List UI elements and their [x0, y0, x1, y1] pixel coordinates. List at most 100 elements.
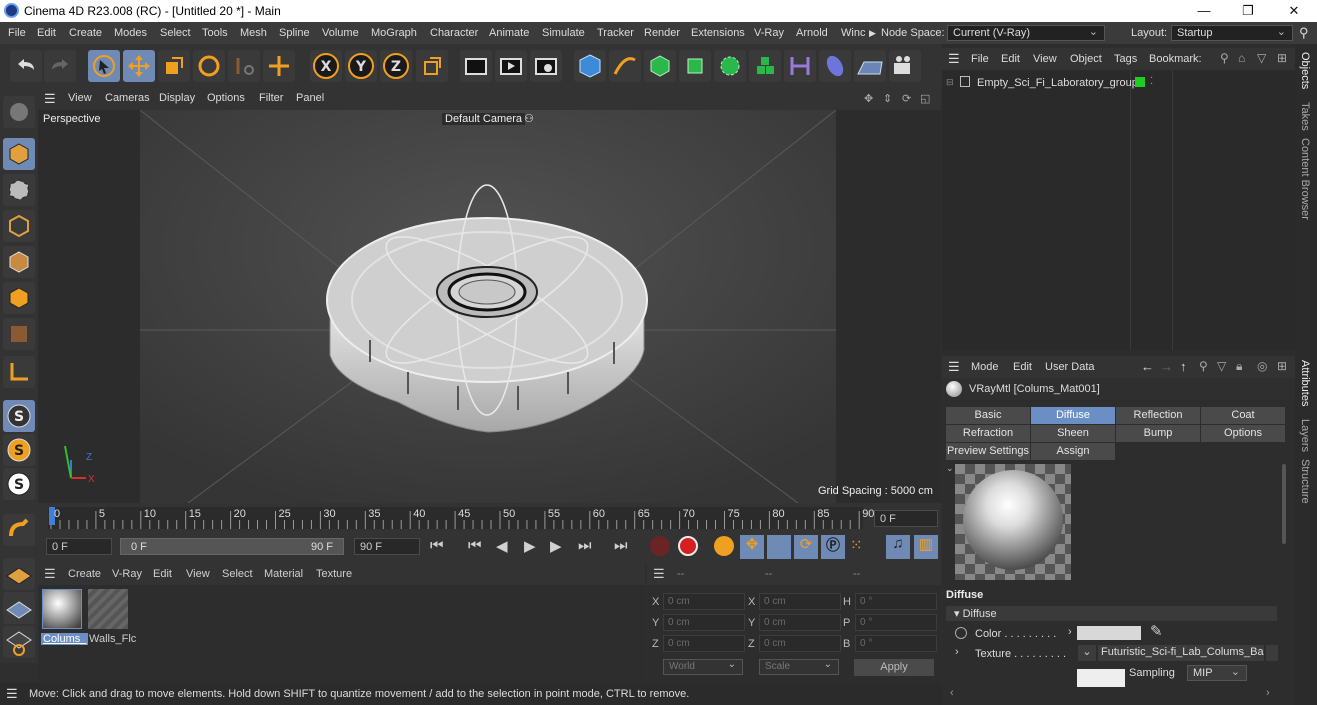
tab-sheen[interactable]: Sheen	[1031, 425, 1115, 442]
tab-diffuse[interactable]: Diffuse	[1031, 407, 1115, 424]
menu-extensions[interactable]: Extensions	[691, 27, 745, 39]
viewport-menu-options[interactable]: Options	[207, 92, 245, 104]
hamburger-menu-icon[interactable]: ☰	[44, 566, 56, 582]
material-menu-edit[interactable]: Edit	[153, 568, 172, 580]
lock-icon[interactable]: 🔒︎	[1236, 359, 1242, 374]
material-menu-create[interactable]: Create	[68, 568, 101, 580]
color-swatch[interactable]	[1077, 626, 1141, 640]
axis-mode-icon[interactable]	[3, 356, 35, 388]
visibility-tag-icon[interactable]	[1135, 77, 1145, 87]
move-tool-icon[interactable]	[123, 50, 155, 82]
material-menu-texture[interactable]: Texture	[316, 568, 352, 580]
maximize-view-icon[interactable]: ◱	[920, 92, 930, 105]
filter-icon[interactable]: ▽	[1257, 51, 1266, 65]
menu-volume[interactable]: Volume	[322, 27, 359, 39]
hamburger-menu-icon[interactable]: ☰	[653, 566, 665, 582]
side-tab-takes[interactable]: Takes	[1299, 102, 1311, 131]
floor-object-icon[interactable]	[854, 50, 886, 82]
autokey-icon[interactable]	[714, 536, 734, 556]
diffuse-group-header[interactable]: ▾ Diffuse	[946, 606, 1277, 621]
texture-browse-button[interactable]	[1266, 645, 1278, 661]
om-menu-view[interactable]: View	[1033, 53, 1057, 65]
om-menu-tags[interactable]: Tags	[1114, 53, 1137, 65]
key-scale-icon[interactable]	[767, 535, 791, 559]
color-expand-icon[interactable]: ›	[1068, 626, 1072, 638]
attr-menu-mode[interactable]: Mode	[971, 361, 999, 373]
menu-edit[interactable]: Edit	[37, 27, 56, 39]
sound-icon[interactable]: ♫	[886, 535, 910, 559]
menu-mograph[interactable]: MoGraph	[371, 27, 417, 39]
tab-reflection[interactable]: Reflection	[1116, 407, 1200, 424]
go-to-end-icon[interactable]: ⏭	[614, 537, 628, 554]
viewport-menu-filter[interactable]: Filter	[259, 92, 283, 104]
position-z-field[interactable]: 0 cm	[663, 635, 745, 652]
3d-viewport[interactable]: Perspective Default Camera ⚇ Z X Grid Sp…	[38, 110, 941, 503]
rotation-b-field[interactable]: 0 °	[855, 635, 937, 652]
texture-path-field[interactable]: Futuristic_Sci-fi_Lab_Colums_Base	[1098, 645, 1264, 661]
size-mode-dropdown[interactable]: Scale	[759, 659, 839, 675]
scroll-right-icon[interactable]: ›	[1266, 687, 1270, 699]
record-disabled-icon[interactable]	[650, 536, 670, 556]
tab-options[interactable]: Options	[1201, 425, 1285, 442]
preview-scrollbar[interactable]	[1282, 464, 1286, 544]
key-position-icon[interactable]: ✥	[740, 535, 764, 559]
viewport-menu-panel[interactable]: Panel	[296, 92, 324, 104]
snap-settings-icon[interactable]: S	[3, 434, 35, 466]
locked-workplane-icon[interactable]	[3, 592, 35, 624]
points-mode-icon[interactable]	[3, 210, 35, 242]
menu-vray[interactable]: V-Ray	[754, 27, 784, 39]
forward-arrow-icon[interactable]: →	[1160, 359, 1173, 374]
current-frame-field[interactable]: 0 F	[874, 510, 938, 527]
texture-expand-icon[interactable]: ›	[955, 646, 959, 658]
menu-overflow-icon[interactable]: ▶	[869, 28, 876, 39]
side-tab-objects[interactable]: Objects	[1299, 52, 1311, 89]
extrude-generator-icon[interactable]	[679, 50, 711, 82]
menu-file[interactable]: File	[8, 27, 26, 39]
start-frame-field[interactable]: 0 F	[46, 538, 112, 555]
apply-button[interactable]: Apply	[854, 659, 934, 676]
workplane-icon[interactable]	[3, 558, 35, 590]
cube-object-icon[interactable]	[574, 50, 606, 82]
attr-menu-user-data[interactable]: User Data	[1045, 361, 1095, 373]
rotation-h-field[interactable]: 0 °	[855, 593, 937, 610]
cloner-icon[interactable]	[714, 50, 746, 82]
om-menu-object[interactable]: Object	[1070, 53, 1102, 65]
play-icon[interactable]: ▶	[524, 537, 536, 555]
model-mode-icon[interactable]	[3, 138, 35, 170]
edges-mode-icon[interactable]	[3, 246, 35, 278]
node-space-dropdown[interactable]: Current (V-Ray)	[947, 25, 1105, 41]
menu-tracker[interactable]: Tracker	[597, 27, 634, 39]
new-panel-icon[interactable]: ⊞	[1277, 359, 1287, 373]
attributes-horizontal-scrollbar[interactable]: ‹ ›	[946, 687, 1277, 699]
tab-basic[interactable]: Basic	[946, 407, 1030, 424]
om-menu-file[interactable]: File	[971, 53, 989, 65]
coordinate-system-dropdown[interactable]: World	[663, 659, 743, 675]
make-editable-icon[interactable]	[3, 96, 35, 128]
frame-range-slider[interactable]: 0 F 90 F	[120, 538, 344, 555]
polygons-mode-icon[interactable]	[3, 282, 35, 314]
layout-dropdown[interactable]: Startup	[1171, 25, 1293, 41]
menu-modes[interactable]: Modes	[114, 27, 147, 39]
material-name[interactable]: Walls_Flc	[89, 633, 136, 645]
render-dots-icon[interactable]: ⁚	[1150, 76, 1153, 87]
render-view-icon[interactable]	[460, 50, 492, 82]
object-name[interactable]: Empty_Sci_Fi_Laboratory_group	[977, 77, 1138, 89]
material-menu-material[interactable]: Material	[264, 568, 303, 580]
workplane-snap-icon[interactable]: S	[3, 468, 35, 500]
render-settings-icon[interactable]	[530, 50, 562, 82]
key-pla-icon[interactable]: ⁙	[850, 536, 863, 554]
hamburger-menu-icon[interactable]: ☰	[44, 91, 56, 107]
z-axis-lock-icon[interactable]: Z	[380, 50, 412, 82]
go-to-start-icon[interactable]: ⏮	[430, 537, 444, 554]
menu-create[interactable]: Create	[69, 27, 102, 39]
color-animate-radio[interactable]	[955, 627, 967, 639]
home-icon[interactable]: ⌂	[1238, 51, 1245, 65]
sampling-dropdown[interactable]: MIP	[1187, 665, 1247, 681]
material-menu-view[interactable]: View	[186, 568, 210, 580]
scale-tool-icon[interactable]	[158, 50, 190, 82]
material-swatch[interactable]	[88, 589, 128, 629]
settings-icon[interactable]: ◎	[1257, 359, 1267, 373]
snap-icon[interactable]: S	[3, 400, 35, 432]
subdivision-surface-icon[interactable]	[644, 50, 676, 82]
position-x-field[interactable]: 0 cm	[663, 593, 745, 610]
